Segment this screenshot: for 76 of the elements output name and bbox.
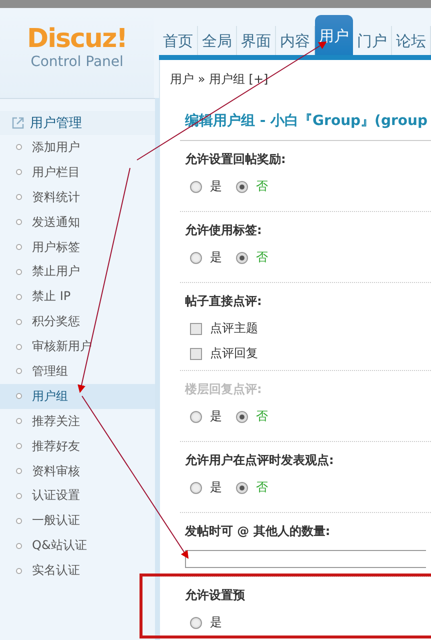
setting-label: 允许设置回帖奖励: — [185, 151, 287, 168]
radio-button[interactable] — [190, 180, 202, 192]
radio-button[interactable] — [236, 252, 248, 264]
page-title: 编辑用户组 - 小白『Group』(group — [180, 108, 431, 141]
option-label: 点评主题 — [210, 320, 258, 337]
option-label: 是 — [210, 479, 222, 496]
logo-title: Discuz! — [27, 24, 127, 54]
nav-tab[interactable]: 界面 — [237, 26, 276, 55]
setting-label: 帖子直接点评: — [185, 293, 263, 310]
input-field[interactable] — [185, 550, 426, 568]
checkbox[interactable] — [190, 348, 202, 360]
logo-subtitle: Control Panel — [30, 54, 124, 70]
bullet-icon — [16, 368, 22, 374]
sidebar-item[interactable]: 管理组 — [0, 359, 155, 384]
sidebar-item[interactable]: 用户栏目 — [0, 160, 155, 185]
sidebar-heading-label: 用户管理 — [30, 115, 82, 132]
option-label: 是 — [210, 614, 222, 631]
setting-label: 允许设置预 — [185, 587, 246, 604]
nav-tab[interactable]: 论坛 — [392, 26, 431, 55]
bullet-icon — [16, 194, 22, 200]
bullet-icon — [16, 294, 22, 300]
bullet-icon — [16, 418, 22, 424]
option-label: 否 — [256, 479, 268, 496]
radio-button[interactable] — [236, 180, 248, 192]
setting-label: 楼层回复点评: — [185, 381, 263, 398]
sidebar-item[interactable]: 禁止 IP — [0, 284, 155, 310]
bullet-icon — [16, 468, 22, 474]
breadcrumb: 用户 » 用户组 [+] — [170, 70, 268, 88]
bullet-icon — [16, 318, 22, 325]
checkbox[interactable] — [190, 322, 202, 334]
bullet-icon — [16, 443, 22, 450]
sidebar-item[interactable]: 一般认证 — [0, 508, 155, 534]
setting-label: 发帖时可 @ 其他人的数量: — [185, 523, 332, 540]
setting-label: 允许用户在点评时发表观点: — [185, 452, 335, 469]
bullet-icon — [16, 492, 22, 499]
bullet-icon — [16, 518, 22, 524]
option-label: 否 — [256, 249, 268, 266]
setting-label: 允许使用标签: — [185, 222, 263, 239]
sidebar-item[interactable]: 推荐好友 — [0, 434, 155, 459]
bullet-icon — [16, 244, 22, 250]
option-label: 是 — [210, 178, 222, 195]
sidebar-item[interactable]: 推荐关注 — [0, 408, 155, 434]
bullet-icon — [16, 268, 22, 275]
sidebar-item[interactable]: 积分奖惩 — [0, 309, 155, 334]
radio-button[interactable] — [190, 616, 202, 628]
sidebar-heading[interactable]: 用户管理 — [0, 111, 155, 135]
sidebar-item[interactable]: Q&站认证 — [0, 533, 155, 558]
radio-button[interactable] — [190, 252, 202, 264]
option-label: 是 — [210, 249, 222, 266]
radio-button[interactable] — [236, 482, 248, 494]
bullet-icon — [16, 219, 22, 226]
sidebar-item[interactable]: 添加用户 — [0, 135, 155, 160]
bullet-icon — [16, 169, 22, 176]
nav-tab[interactable]: 门户 — [353, 26, 392, 55]
option-label: 否 — [256, 408, 268, 425]
bullet-icon — [16, 393, 22, 400]
sidebar-item[interactable]: 禁止用户 — [0, 259, 155, 284]
sidebar-item[interactable]: 资料审核 — [0, 458, 155, 484]
bullet-icon — [16, 344, 22, 350]
nav-tab[interactable]: 首页 — [159, 26, 198, 55]
sidebar-item[interactable]: 认证设置 — [0, 483, 155, 508]
option-label: 点评回复 — [210, 345, 258, 362]
sidebar-item[interactable]: 发送通知 — [0, 210, 155, 235]
sidebar-item[interactable]: 用户标签 — [0, 234, 155, 260]
nav-tab[interactable]: 全局 — [198, 26, 237, 55]
option-label: 否 — [256, 178, 268, 195]
nav-tab[interactable]: 用户 — [315, 15, 353, 55]
sidebar-item[interactable]: 实名认证 — [0, 558, 155, 584]
bullet-icon — [16, 568, 22, 574]
option-label: 是 — [210, 408, 222, 425]
bullet-icon — [16, 144, 22, 150]
sidebar-item[interactable]: 用户组 — [0, 384, 155, 409]
radio-button[interactable] — [190, 482, 202, 494]
bullet-icon — [16, 542, 22, 549]
external-link-icon — [12, 117, 24, 129]
sidebar-item[interactable]: 资料统计 — [0, 184, 155, 210]
